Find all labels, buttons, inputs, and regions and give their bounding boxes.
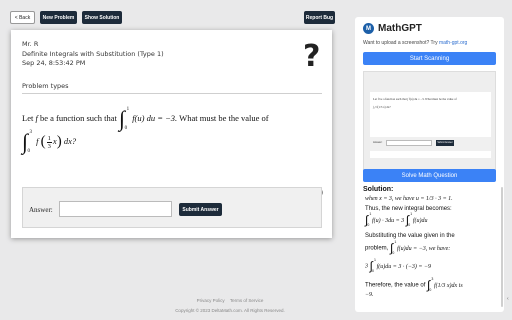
- mathgpt-logo-icon: M: [363, 23, 374, 34]
- preview-text: Let f be a function such that ∫ f(u) du …: [373, 97, 457, 101]
- integral-lower-limit: 0: [27, 149, 31, 154]
- preview-submit-button: Submit Answer: [436, 140, 454, 146]
- solution-line: Thus, the new integral becomes:: [365, 206, 452, 212]
- solution-line: ∫ 1 0 f(u) · 3du = 3 ∫ 1 0 f(u)du: [365, 212, 428, 227]
- integral-2-f: f: [36, 135, 39, 146]
- screenshot-preview: Let f be a function such that ∫ f(u) du …: [363, 71, 496, 175]
- brand-name: MathGPT: [378, 23, 422, 34]
- integral-sign: ∫ 1 0: [365, 212, 372, 227]
- submit-answer-button[interactable]: Submit Answer: [179, 203, 222, 216]
- privacy-link[interactable]: Privacy Policy: [197, 298, 225, 303]
- upload-link[interactable]: math-gpt.org: [439, 40, 467, 46]
- integral-1-body: f(u) du = −3.: [132, 112, 178, 123]
- solve-math-question-button[interactable]: Solve Math Question: [363, 169, 496, 182]
- question-text-a: Let: [22, 112, 34, 123]
- integral-sign: ∫ 1 0: [119, 106, 130, 131]
- answer-input[interactable]: [59, 201, 172, 217]
- upload-prompt-text: Want to upload a screenshot? Try: [363, 40, 438, 46]
- problem-meta: Mr. R Definite Integrals with Substituti…: [22, 40, 164, 69]
- solution-line: problem, ∫ 1 0 f(u)du = −3, we have:: [365, 240, 451, 255]
- preview-answer-label: Answer:: [373, 141, 383, 144]
- question-line-1: Let f be a function such that ∫ 1 0 f(u) d…: [22, 106, 269, 131]
- answer-label: Answer:: [29, 206, 53, 214]
- integral-sign: ∫ 1 0: [405, 212, 413, 227]
- solution-heading: Solution:: [363, 186, 394, 193]
- new-problem-button[interactable]: New Problem: [40, 11, 77, 24]
- fraction: 13: [46, 134, 52, 150]
- question-text-c: What must be the value of: [179, 112, 269, 123]
- fraction-numerator: 1: [46, 134, 52, 143]
- terms-link[interactable]: Terms of Service: [230, 298, 264, 303]
- fraction-denominator: 3: [47, 142, 51, 150]
- start-scanning-button[interactable]: Start Scanning: [363, 52, 496, 65]
- help-question-icon[interactable]: ?: [303, 39, 320, 74]
- solution-line: 3 ∫ 1 0 f(u)du = 3 · (−3) = −9: [365, 258, 431, 273]
- solution-line: Substituting the value given in the: [365, 233, 455, 239]
- question-var-f: f: [35, 112, 38, 123]
- back-button[interactable]: < Back: [10, 11, 35, 24]
- preview-answer-input: [386, 140, 432, 146]
- preview-integral: ∫₀³ f(1/3 x) dx?: [373, 105, 391, 109]
- preview-answer-row: Answer: Submit Answer: [370, 137, 491, 151]
- integral-sign: ∫ 1 0: [390, 240, 397, 255]
- integral-upper-limit: 3: [29, 130, 33, 135]
- preview-card: Let f be a function such that ∫ f(u) du …: [370, 92, 491, 158]
- mathgpt-panel: M MathGPT Want to upload a screenshot? T…: [355, 17, 504, 312]
- problem-card: Mr. R Definite Integrals with Substituti…: [11, 30, 332, 238]
- paren-open: (: [40, 133, 46, 150]
- paren-close: ): [56, 133, 62, 150]
- divider: [22, 93, 322, 94]
- integral-lower-limit: 0: [124, 126, 128, 131]
- problem-title: Definite Integrals with Substitution (Ty…: [22, 49, 164, 58]
- report-bug-button[interactable]: Report Bug: [304, 11, 335, 24]
- question-line-2: ∫ 3 0 f (1 3 x) dx?: [22, 129, 77, 154]
- integral-2-tail: dx?: [63, 135, 77, 146]
- panel-scrollbar[interactable]: [501, 187, 503, 307]
- problem-types-link[interactable]: Problem types: [22, 82, 69, 90]
- answer-area: Answer: Submit Answer: [22, 187, 322, 228]
- teacher-name: Mr. R: [22, 40, 39, 48]
- solution-line: when x = 3, we have u = 1/3 · 3 = 1.: [365, 196, 453, 202]
- show-solution-button[interactable]: Show Solution: [82, 11, 122, 24]
- solution-line: −9.: [365, 292, 374, 298]
- scroll-arrow-icon[interactable]: ‹: [507, 296, 509, 302]
- integral-sign: ∫ 3 0: [427, 277, 434, 292]
- integral-upper-limit: 1: [126, 107, 130, 112]
- solution-line: Therefore, the value of ∫ 3 0 f(1/3 x)dx i…: [365, 277, 463, 292]
- integral-sign: ∫ 1 0: [369, 258, 376, 273]
- question-text-b: be a function such that: [39, 112, 117, 123]
- problem-date: Sep 24, 8:53:42 PM: [22, 59, 86, 67]
- upload-prompt: Want to upload a screenshot? Try math-gp…: [363, 40, 467, 46]
- mathgpt-brand: M MathGPT: [363, 23, 422, 34]
- integral-sign: ∫ 3 0: [22, 129, 33, 154]
